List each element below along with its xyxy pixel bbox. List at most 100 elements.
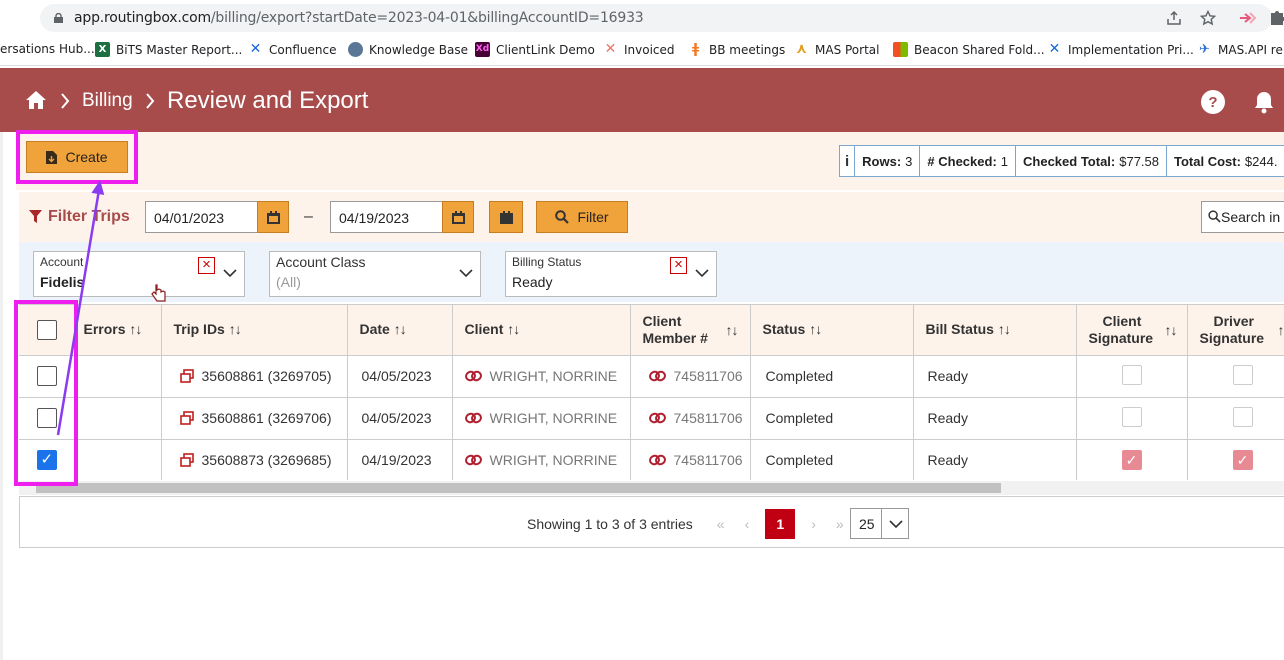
trip-id-cell[interactable]: 35608873 (3269685) bbox=[161, 439, 348, 480]
start-date-input[interactable]: 04/01/2023 bbox=[145, 201, 259, 233]
link-icon bbox=[648, 454, 666, 466]
driver-signature-checkbox: ✓ bbox=[1232, 450, 1253, 470]
bookmark-item[interactable]: ✕ Implementation Pri... bbox=[1047, 42, 1194, 57]
table-row[interactable]: 35608861 (3269706) 04/05/2023 WRIGHT, NORR… bbox=[19, 397, 1284, 440]
extension-arrow-icon[interactable] bbox=[1238, 10, 1256, 26]
next-page-button[interactable]: › bbox=[811, 516, 816, 532]
end-date-input[interactable]: 04/19/2023 bbox=[330, 201, 444, 233]
member-number[interactable]: 745811706 bbox=[674, 368, 743, 384]
end-date-calendar-button[interactable] bbox=[442, 201, 474, 233]
bookmark-item[interactable]: Xd ClientLink Demo bbox=[475, 42, 595, 57]
client-cell[interactable]: WRIGHT, NORRINE bbox=[452, 439, 631, 480]
star-icon[interactable] bbox=[1200, 10, 1216, 26]
bookmark-item[interactable]: X BiTS Master Report... bbox=[95, 42, 242, 57]
browser-address-area: app.routingbox.com/billing/export?startD… bbox=[0, 0, 1284, 36]
start-date-calendar-button[interactable] bbox=[257, 201, 289, 233]
sort-icon: ↑↓ bbox=[507, 321, 520, 338]
page-size-select[interactable]: 25 bbox=[850, 508, 909, 539]
account-class-select[interactable]: Account Class (All) bbox=[269, 251, 481, 297]
client-cell[interactable]: WRIGHT, NORRINE bbox=[452, 397, 631, 440]
header-client-signature[interactable]: Client Signature ↑↓ bbox=[1076, 305, 1188, 356]
copy-icon[interactable] bbox=[179, 453, 194, 467]
filter-button[interactable]: Filter bbox=[536, 201, 628, 233]
row-checkbox[interactable]: ✓ bbox=[36, 450, 57, 470]
member-cell[interactable]: 745811706 bbox=[630, 397, 751, 440]
client-name[interactable]: WRIGHT, NORRINE bbox=[490, 452, 618, 468]
create-button[interactable]: Create bbox=[26, 141, 128, 173]
help-icon[interactable]: ? bbox=[1201, 90, 1225, 114]
scrollbar-thumb[interactable] bbox=[36, 483, 1001, 493]
header-status[interactable]: Status ↑↓ bbox=[750, 305, 914, 356]
table-row[interactable]: ✓ 35608873 (3269685) 04/19/2023 WRIGHT, NOR… bbox=[19, 439, 1284, 480]
chevron-down-icon[interactable] bbox=[695, 266, 709, 280]
clear-account-icon[interactable]: × bbox=[198, 257, 215, 274]
member-cell[interactable]: 745811706 bbox=[630, 355, 751, 398]
header-driver-signature[interactable]: DriverSignature↑↓ bbox=[1187, 305, 1284, 356]
member-number[interactable]: 745811706 bbox=[674, 410, 743, 426]
create-label: Create bbox=[65, 149, 108, 165]
header-errors[interactable]: Errors ↑↓ bbox=[75, 305, 162, 356]
sort-icon: ↑↓ bbox=[393, 321, 407, 338]
client-cell[interactable]: WRIGHT, NORRINE bbox=[452, 355, 631, 398]
bookmark-item[interactable]: ✕ Confluence bbox=[248, 42, 337, 57]
page-1-button[interactable]: 1 bbox=[765, 509, 796, 539]
row-select-cell: ✓ bbox=[19, 439, 76, 480]
bookmark-item[interactable]: ⋏ MAS Portal bbox=[794, 42, 880, 57]
header-bill-status[interactable]: Bill Status ↑↓ bbox=[913, 305, 1077, 356]
table-row[interactable]: 35608861 (3269705) 04/05/2023 WRIGHT, NORR… bbox=[19, 355, 1284, 398]
bookmark-item[interactable]: Knowledge Base bbox=[348, 42, 468, 57]
header-trip-ids[interactable]: Trip IDs ↑↓ bbox=[161, 305, 348, 356]
account-select[interactable]: Account Fidelis × bbox=[33, 251, 245, 297]
client-name[interactable]: WRIGHT, NORRINE bbox=[490, 368, 618, 384]
bookmark-label: Invoiced bbox=[624, 42, 675, 57]
address-bar[interactable]: app.routingbox.com/billing/export?startD… bbox=[40, 4, 1272, 32]
home-icon[interactable] bbox=[25, 90, 47, 110]
row-checkbox[interactable] bbox=[36, 408, 57, 428]
member-cell[interactable]: 745811706 bbox=[630, 439, 751, 480]
copy-icon[interactable] bbox=[179, 369, 194, 383]
date-preset-button[interactable] bbox=[489, 201, 523, 233]
summary-bar: i Rows: 3 # Checked: 1 Checked Total: $77.5… bbox=[839, 145, 1284, 177]
trip-id[interactable]: 35608861 (3269706) bbox=[202, 410, 332, 426]
header-client-member[interactable]: Client Member # ↑↓ bbox=[630, 305, 751, 356]
header-client[interactable]: Client ↑↓ bbox=[452, 305, 631, 356]
last-page-button[interactable]: » bbox=[836, 516, 844, 532]
clear-billing-status-icon[interactable]: × bbox=[670, 257, 687, 274]
search-input[interactable]: Search in bbox=[1201, 201, 1284, 233]
trip-id-cell[interactable]: 35608861 (3269705) bbox=[161, 355, 348, 398]
row-checkbox[interactable] bbox=[36, 366, 57, 386]
header-select-all bbox=[19, 305, 76, 356]
trip-id[interactable]: 35608861 (3269705) bbox=[202, 368, 332, 384]
share-icon[interactable] bbox=[1166, 10, 1182, 26]
bookmark-item[interactable]: ✕ Invoiced bbox=[603, 42, 675, 57]
calendar-icon bbox=[451, 210, 465, 224]
header-date[interactable]: Date ↑↓ bbox=[347, 305, 453, 356]
breadcrumb-billing[interactable]: Billing bbox=[82, 90, 133, 112]
link-icon bbox=[648, 412, 666, 424]
prev-page-button[interactable]: ‹ bbox=[745, 516, 750, 532]
chevron-down-icon[interactable] bbox=[223, 266, 237, 280]
bookmark-label: Beacon Shared Fold... bbox=[914, 42, 1045, 57]
client-signature-cell bbox=[1076, 355, 1188, 398]
sort-icon: ↑↓ bbox=[129, 321, 142, 338]
first-page-button[interactable]: « bbox=[717, 516, 725, 532]
select-all-checkbox[interactable] bbox=[36, 319, 57, 340]
filter-trips-title: Filter Trips bbox=[48, 208, 130, 225]
trip-id[interactable]: 35608873 (3269685) bbox=[202, 452, 332, 468]
billing-status-select[interactable]: Billing Status Ready × bbox=[505, 251, 717, 297]
bookmark-item[interactable]: ✈ MAS.API re bbox=[1197, 42, 1283, 57]
sort-icon: ↑↓ bbox=[725, 322, 739, 338]
bookmark-label: MAS.API re bbox=[1218, 42, 1283, 57]
filter-funnel-icon bbox=[29, 210, 42, 223]
trip-id-cell[interactable]: 35608861 (3269706) bbox=[161, 397, 348, 440]
bell-icon[interactable] bbox=[1253, 90, 1275, 114]
puzzle-icon[interactable] bbox=[1270, 9, 1284, 25]
chevron-down-icon[interactable] bbox=[459, 266, 473, 280]
bookmark-item[interactable]: ersations Hub... bbox=[0, 42, 95, 56]
horizontal-scrollbar[interactable] bbox=[19, 481, 1284, 495]
bookmark-item[interactable]: ǂ BB meetings bbox=[688, 42, 785, 57]
bookmark-item[interactable]: Beacon Shared Fold... bbox=[893, 42, 1045, 57]
copy-icon[interactable] bbox=[179, 411, 194, 425]
client-name[interactable]: WRIGHT, NORRINE bbox=[490, 410, 618, 426]
member-number[interactable]: 745811706 bbox=[674, 452, 743, 468]
